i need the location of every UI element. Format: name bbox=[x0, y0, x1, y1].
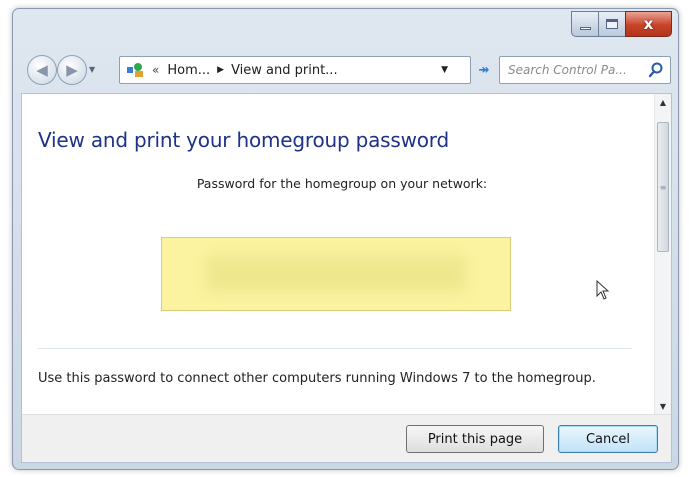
button-bar: Print this page Cancel bbox=[22, 414, 671, 462]
back-button[interactable]: ◀ bbox=[27, 55, 57, 85]
control-panel-icon bbox=[126, 62, 150, 78]
back-arrow-icon: ◀ bbox=[36, 61, 48, 79]
maximize-button[interactable] bbox=[598, 11, 625, 37]
cancel-button[interactable]: Cancel bbox=[558, 425, 658, 453]
minimize-button[interactable] bbox=[571, 11, 598, 37]
close-icon: x bbox=[643, 15, 654, 33]
minimize-icon bbox=[579, 26, 591, 30]
search-box[interactable]: Search Control Pa... bbox=[499, 56, 671, 84]
breadcrumb-view-and-print[interactable]: View and print... bbox=[231, 63, 338, 78]
breadcrumb-separator-icon[interactable]: ▶ bbox=[217, 65, 224, 75]
refresh-icon: ↠ bbox=[478, 62, 490, 78]
scroll-up-icon[interactable]: ▲ bbox=[655, 94, 671, 110]
password-box bbox=[161, 237, 511, 311]
forward-button[interactable]: ▶ bbox=[57, 55, 87, 85]
password-value-obscured bbox=[206, 256, 466, 292]
maximize-icon bbox=[606, 19, 618, 29]
refresh-button[interactable]: ↠ bbox=[473, 56, 495, 84]
address-dropdown-icon[interactable]: ▼ bbox=[441, 65, 448, 75]
address-overflow[interactable]: « bbox=[152, 63, 159, 77]
homegroup-window: x ◀ ▶ ▼ « Hom... ▶ View and print... ▼ ↠… bbox=[12, 8, 679, 470]
search-placeholder: Search Control Pa... bbox=[508, 63, 627, 77]
section-divider bbox=[38, 348, 632, 349]
print-this-page-button[interactable]: Print this page bbox=[406, 425, 544, 453]
search-icon[interactable] bbox=[648, 62, 664, 81]
recent-pages-dropdown[interactable]: ▼ bbox=[89, 65, 95, 74]
navigation-bar: ◀ ▶ ▼ « Hom... ▶ View and print... ▼ ↠ S bbox=[13, 49, 678, 93]
breadcrumb-homegroup[interactable]: Hom... bbox=[167, 63, 210, 78]
page-title: View and print your homegroup password bbox=[38, 128, 449, 152]
close-button[interactable]: x bbox=[625, 11, 672, 37]
address-bar[interactable]: « Hom... ▶ View and print... ▼ bbox=[119, 56, 471, 84]
caption-buttons: x bbox=[571, 11, 672, 37]
info-text: Use this password to connect other compu… bbox=[38, 371, 596, 386]
scroll-down-icon[interactable]: ▼ bbox=[655, 398, 671, 414]
password-label: Password for the homegroup on your netwo… bbox=[196, 176, 488, 191]
mouse-pointer-icon bbox=[596, 279, 610, 304]
content-pane: View and print your homegroup password P… bbox=[21, 93, 672, 463]
scroll-thumb[interactable]: ≡ bbox=[657, 122, 669, 252]
vertical-scrollbar[interactable]: ▲ ≡ ▼ bbox=[654, 94, 671, 414]
forward-arrow-icon: ▶ bbox=[66, 61, 78, 79]
